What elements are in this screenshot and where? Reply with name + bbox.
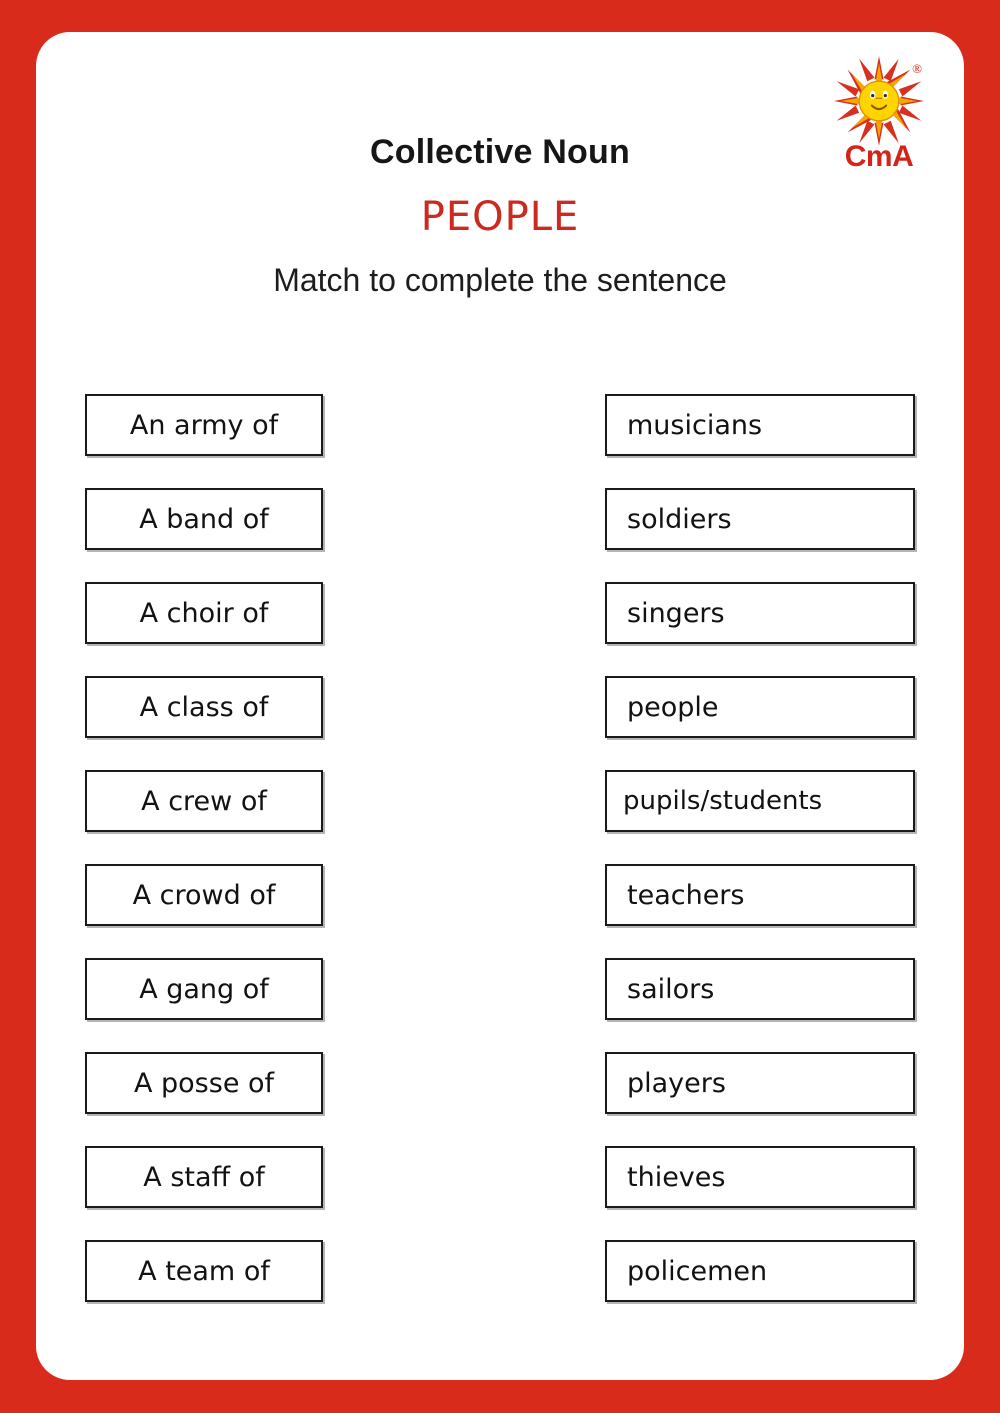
match-box-left[interactable]: A gang of xyxy=(85,958,323,1020)
match-box-label: A team of xyxy=(138,1255,270,1287)
match-box-label: An army of xyxy=(129,409,279,441)
match-box-label: thieves xyxy=(627,1161,726,1193)
match-box-label: A class of xyxy=(139,691,269,723)
match-box-right[interactable]: policemen xyxy=(605,1240,915,1302)
match-box-left[interactable]: A crew of xyxy=(85,770,323,832)
match-box-left[interactable]: A class of xyxy=(85,676,323,738)
match-box-label: A gang of xyxy=(139,973,269,1005)
left-phrase-column: An army of A band of A choir of A class … xyxy=(85,394,323,1302)
match-box-right[interactable]: players xyxy=(605,1052,915,1114)
match-box-label: A posse of xyxy=(133,1067,275,1099)
match-box-right[interactable]: soldiers xyxy=(605,488,915,550)
heading-block: Collective Noun PEOPLE Match to complete… xyxy=(36,132,964,299)
match-box-right[interactable]: pupils/students xyxy=(605,770,915,832)
match-box-label: A crowd of xyxy=(132,879,276,911)
match-box-label: A crew of xyxy=(141,785,267,817)
match-box-label: policemen xyxy=(627,1255,768,1287)
match-box-right[interactable]: thieves xyxy=(605,1146,915,1208)
match-box-right[interactable]: musicians xyxy=(605,394,915,456)
match-box-right[interactable]: sailors xyxy=(605,958,915,1020)
registered-trademark-icon: ® xyxy=(912,61,922,76)
page-title: Collective Noun xyxy=(370,133,630,171)
match-box-right[interactable]: people xyxy=(605,676,915,738)
instruction-text: Match to complete the sentence xyxy=(273,261,727,298)
match-box-right[interactable]: teachers xyxy=(605,864,915,926)
match-box-left[interactable]: A staff of xyxy=(85,1146,323,1208)
match-box-label: people xyxy=(627,691,719,723)
match-box-label: singers xyxy=(627,597,725,629)
match-box-left[interactable]: A choir of xyxy=(85,582,323,644)
match-box-label: A choir of xyxy=(139,597,269,629)
match-box-left[interactable]: A posse of xyxy=(85,1052,323,1114)
match-box-label: A band of xyxy=(139,503,269,535)
match-box-label: A staff of xyxy=(143,1161,265,1193)
match-box-label: pupils/students xyxy=(623,786,823,816)
match-box-label: musicians xyxy=(627,409,763,441)
topic-title: PEOPLE xyxy=(420,193,580,240)
match-box-left[interactable]: A team of xyxy=(85,1240,323,1302)
match-box-left[interactable]: A crowd of xyxy=(85,864,323,926)
match-box-left[interactable]: An army of xyxy=(85,394,323,456)
match-box-left[interactable]: A band of xyxy=(85,488,323,550)
match-box-right[interactable]: singers xyxy=(605,582,915,644)
matching-exercise: An army of A band of A choir of A class … xyxy=(36,394,964,1324)
right-noun-column: musicians soldiers singers people pupils… xyxy=(605,394,915,1302)
worksheet-page: ® CmA Collective Noun PEOPLE Match to co… xyxy=(36,32,964,1380)
worksheet-red-frame: ® CmA Collective Noun PEOPLE Match to co… xyxy=(0,0,1000,1413)
match-box-label: sailors xyxy=(627,973,715,1005)
match-box-label: players xyxy=(627,1067,726,1099)
match-box-label: soldiers xyxy=(627,503,732,535)
match-box-label: teachers xyxy=(627,879,745,911)
